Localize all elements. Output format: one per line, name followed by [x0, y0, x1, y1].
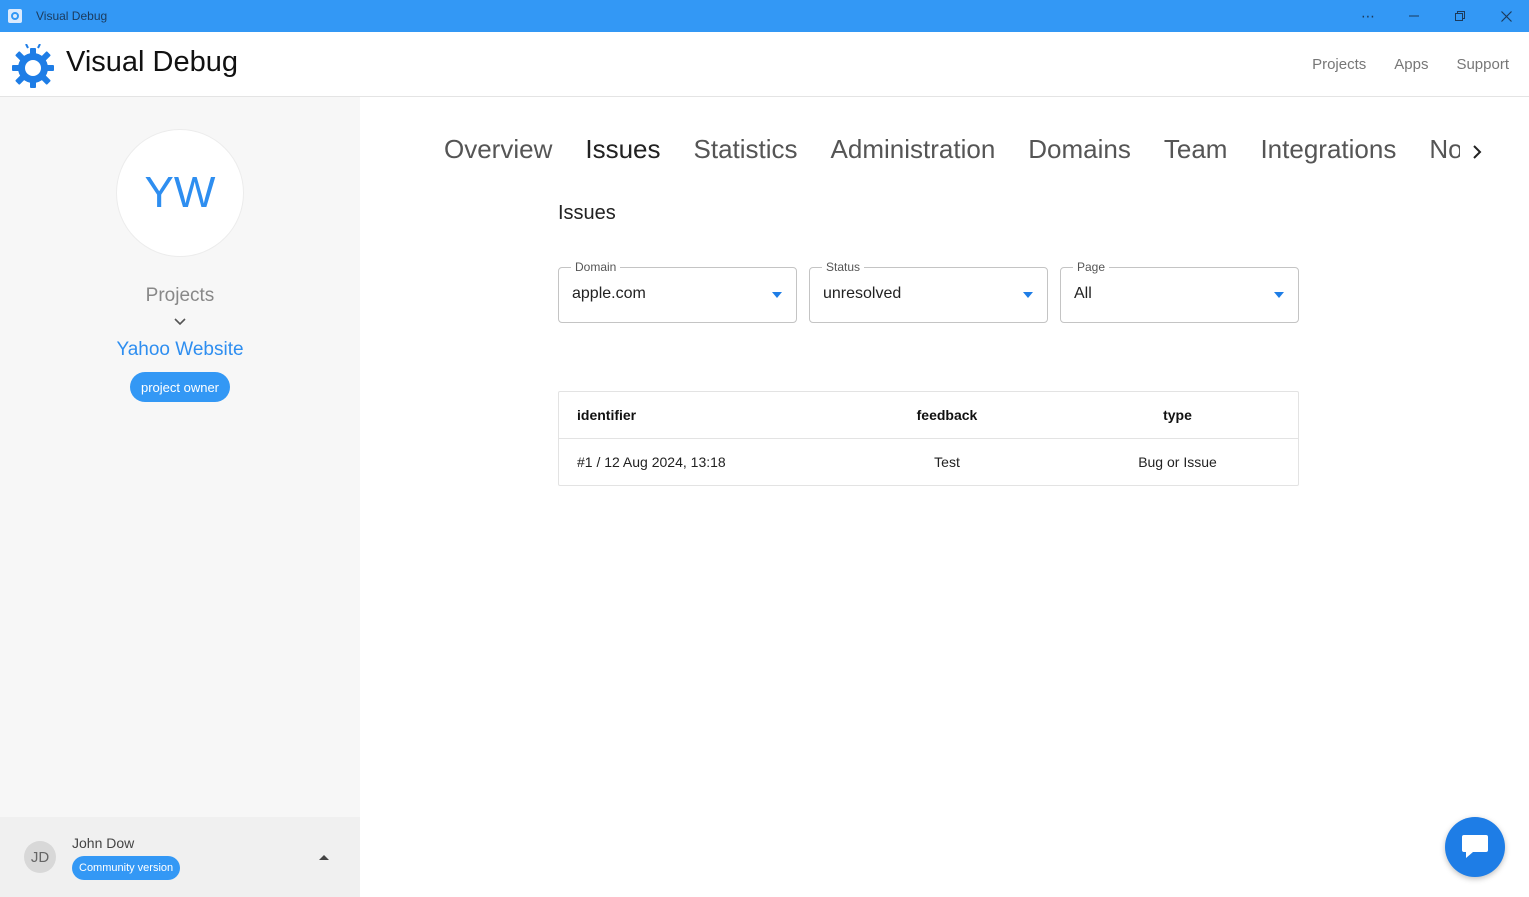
page-title: Issues	[558, 202, 616, 224]
projects-label: Projects	[145, 285, 215, 306]
chat-bubble-icon	[1462, 835, 1488, 858]
app-icon	[8, 9, 22, 23]
caret-down-icon	[1023, 292, 1033, 298]
tab-statistics[interactable]: Statistics	[694, 134, 798, 165]
more-options-icon[interactable]: ⋯	[1345, 0, 1391, 32]
version-badge: Community version	[72, 856, 181, 880]
table-row[interactable]: #1 / 12 Aug 2024, 13:18 Test Bug or Issu…	[559, 439, 1298, 485]
user-name: John Dow	[72, 835, 135, 851]
caret-down-icon	[1274, 292, 1284, 298]
brand-name: Visual Debug	[66, 46, 238, 78]
role-badge: project owner	[130, 372, 230, 402]
cell-feedback: Test	[934, 454, 960, 470]
table-header: identifier feedback type	[559, 392, 1298, 439]
page-label: Page	[1073, 260, 1110, 274]
project-name-link[interactable]: Yahoo Website	[0, 339, 360, 361]
status-value: unresolved	[823, 285, 902, 302]
status-select[interactable]: Status unresolved	[809, 260, 1048, 323]
cell-type: Bug or Issue	[1138, 454, 1217, 470]
tab-issues[interactable]: Issues	[585, 134, 660, 165]
chevron-down-icon[interactable]	[172, 316, 188, 328]
tab-integrations[interactable]: Integrations	[1260, 134, 1396, 165]
status-label: Status	[822, 260, 865, 274]
tab-administration[interactable]: Administration	[831, 134, 996, 165]
close-button[interactable]	[1483, 0, 1529, 32]
chevron-right-icon[interactable]	[1468, 140, 1486, 164]
chat-button[interactable]	[1445, 817, 1505, 877]
gear-bug-icon[interactable]	[11, 44, 55, 88]
page-value: All	[1074, 285, 1092, 302]
top-nav: Projects Apps Support	[1312, 56, 1509, 73]
domain-label: Domain	[571, 260, 621, 274]
nav-projects[interactable]: Projects	[1312, 56, 1366, 73]
user-avatar: JD	[24, 841, 56, 873]
cell-identifier: #1 / 12 Aug 2024, 13:18	[577, 454, 726, 470]
window-title: Visual Debug	[36, 9, 108, 23]
tab-notifications[interactable]: Notifications	[1429, 134, 1460, 165]
user-panel: JD John Dow Community version	[0, 817, 360, 897]
domain-value: apple.com	[572, 285, 646, 302]
column-header-type[interactable]: type	[1057, 407, 1298, 423]
tab-bar: Overview Issues Statistics Administratio…	[430, 120, 1460, 180]
sidebar: YW Projects Yahoo Website project owner …	[0, 97, 360, 897]
app-header: Visual Debug Projects Apps Support	[0, 32, 1529, 97]
minimize-button[interactable]	[1391, 0, 1437, 32]
page-select[interactable]: Page All	[1060, 260, 1299, 323]
nav-apps[interactable]: Apps	[1394, 56, 1428, 73]
domain-select[interactable]: Domain apple.com	[558, 260, 797, 323]
caret-down-icon	[772, 292, 782, 298]
tab-team[interactable]: Team	[1164, 134, 1228, 165]
restore-button[interactable]	[1437, 0, 1483, 32]
tab-domains[interactable]: Domains	[1028, 134, 1131, 165]
issues-table: identifier feedback type #1 / 12 Aug 202…	[558, 391, 1299, 486]
tab-overview[interactable]: Overview	[444, 134, 552, 165]
caret-up-icon[interactable]	[318, 853, 330, 861]
window-titlebar: Visual Debug ⋯	[0, 0, 1529, 32]
column-header-identifier[interactable]: identifier	[559, 407, 837, 423]
project-avatar: YW	[116, 129, 244, 257]
column-header-feedback[interactable]: feedback	[837, 407, 1057, 423]
nav-support[interactable]: Support	[1456, 56, 1509, 73]
